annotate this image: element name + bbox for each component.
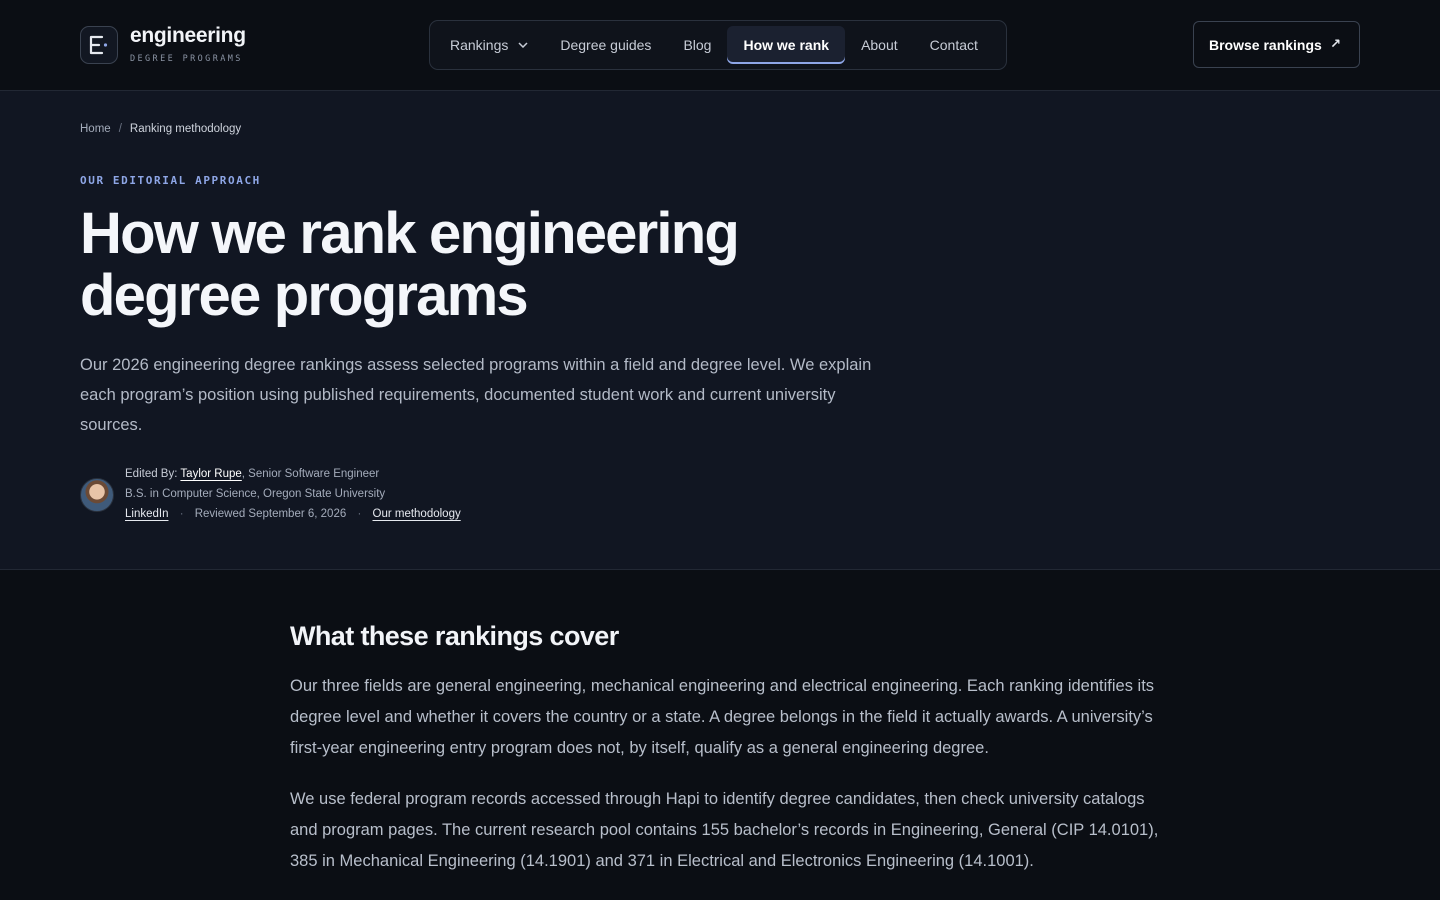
brand-name: engineering [130,24,246,47]
breadcrumb-home-link[interactable]: Home [80,123,111,135]
hero-eyebrow: OUR EDITORIAL APPROACH [80,174,261,187]
arrow-up-right-icon: ↗ [1330,36,1341,51]
author-role: , Senior Software Engineer [241,468,380,480]
hero-lead: Our 2026 engineering degree rankings ass… [80,356,872,434]
page-title: How we rank engineering degree programs [80,201,740,328]
methodology-link[interactable]: Our methodology [373,508,461,520]
article-paragraph: We use federal program records accessed … [290,790,1159,870]
article-paragraph: Our three fields are general engineering… [290,677,1155,757]
nav-item-about[interactable]: About [845,26,914,64]
meta-separator: · [179,508,184,520]
nav-item-degree-guides[interactable]: Degree guides [544,26,667,64]
section-title: What these rankings cover [290,621,619,651]
nav-item-label: Rankings [450,37,509,53]
nav-item-rankings[interactable]: Rankings [434,26,544,64]
author-education: B.S. in Computer Science, Oregon State U… [125,488,386,500]
main-nav: Rankings Degree guides Blog How we rank … [429,20,1007,70]
logo-e-icon [80,26,118,64]
chevron-down-icon [518,40,528,51]
linkedin-link[interactable]: LinkedIn [125,508,168,520]
reviewed-date: Reviewed September 6, 2026 [194,508,347,520]
article-content: What these rankings cover Our three fiel… [290,618,1160,877]
avatar [80,478,114,512]
author-byline: Edited By: Taylor Rupe, Senior Software … [80,464,461,524]
breadcrumb-current: Ranking methodology [129,123,242,135]
nav-item-blog[interactable]: Blog [667,26,727,64]
breadcrumb-separator: / [118,123,122,135]
browse-rankings-button[interactable]: Browse rankings ↗ [1193,21,1360,68]
browse-rankings-label: Browse rankings [1209,36,1322,53]
author-line-1: Edited By: Taylor Rupe, Senior Software … [125,464,461,484]
site-header: engineering DEGREE PROGRAMS Rankings Deg… [0,0,1440,91]
site-logo[interactable]: engineering DEGREE PROGRAMS [80,24,246,64]
author-line-3: LinkedIn · Reviewed September 6, 2026 · … [125,504,461,524]
brand-subtitle: DEGREE PROGRAMS [130,54,243,64]
nav-item-contact[interactable]: Contact [914,26,994,64]
author-name-link[interactable]: Taylor Rupe [180,468,241,480]
nav-item-how-we-rank[interactable]: How we rank [727,26,846,64]
edited-by-label: Edited By: [125,468,178,480]
meta-separator: · [357,508,362,520]
hero-section: Home / Ranking methodology OUR EDITORIAL… [0,91,1440,570]
breadcrumb: Home / Ranking methodology [80,123,241,135]
